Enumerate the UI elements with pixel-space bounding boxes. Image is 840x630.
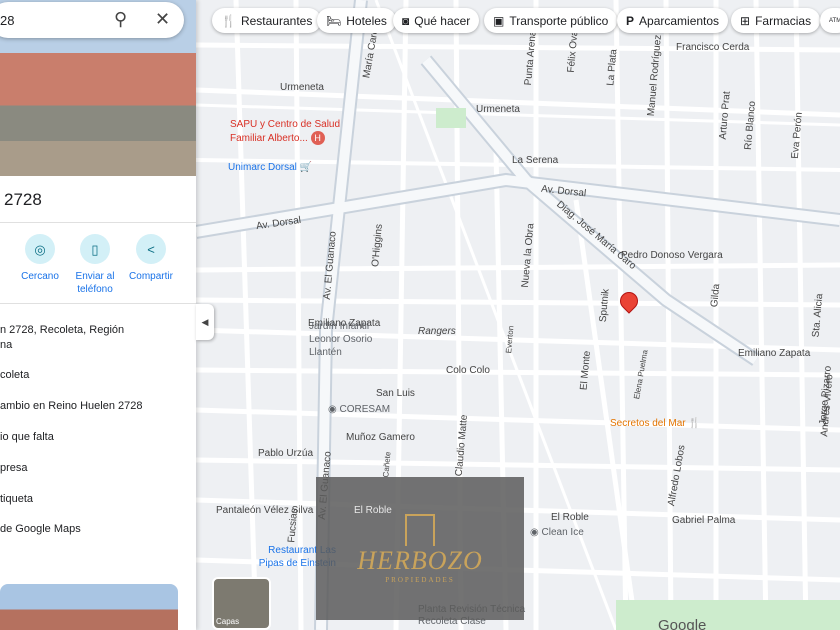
street-label: Francisco Cerda (676, 42, 750, 53)
nearby-button[interactable]: ◎ Cercano (10, 234, 70, 283)
locality-row[interactable]: coleta (0, 368, 29, 383)
street-label: Muñoz Gamero (346, 432, 415, 443)
street-label: Urmeneta (476, 104, 520, 115)
street-label: El Roble (551, 512, 589, 523)
pharmacy-icon: ⊞ (740, 13, 751, 28)
share-icon: < (136, 234, 166, 264)
chip-transit[interactable]: ▣ Transporte público (484, 8, 618, 33)
building-icon (405, 513, 435, 546)
parking-icon: P (626, 13, 635, 28)
shopping-cart-icon: 🛒 (299, 162, 313, 173)
poi-unimarc[interactable]: Unimarc Dorsal 🛒 (228, 162, 312, 173)
place-panel: 2728 ◎ Cercano ▯ Enviar al teléfono < Compa… (0, 0, 196, 630)
street-label: El Roble (354, 505, 392, 516)
street-label: Gilda (709, 283, 723, 308)
street-label: Urmeneta (280, 82, 324, 93)
add-label-row[interactable]: tiqueta (0, 492, 33, 507)
street-label: Emiliano Zapata (738, 348, 811, 359)
poi-sapu[interactable]: SAPU y Centro de Salud Familiar Alberto.… (230, 118, 350, 145)
chip-restaurants[interactable]: 🍴 Restaurantes (212, 8, 322, 33)
atm-icon: ATM (829, 17, 840, 24)
place-title: 2728 (4, 190, 42, 209)
chip-things-to-do[interactable]: ◙ Qué hacer (393, 8, 480, 33)
chip-parking[interactable]: P Aparcamientos (617, 8, 729, 33)
place-icon: ◉ (328, 404, 337, 415)
search-input[interactable]: 28 (0, 13, 14, 28)
chip-hotels[interactable]: 🛏 Hoteles (317, 8, 396, 33)
poi-clean-ice[interactable]: ◉ Clean Ice (530, 527, 584, 538)
street-label: Rangers (418, 326, 456, 337)
chip-pharmacies[interactable]: ⊞ Farmacias (731, 8, 821, 33)
street-label: La Serena (512, 155, 559, 166)
watermark-logo: HERBOZO PROPIEDADES (316, 477, 524, 620)
poi-coresam[interactable]: ◉ CORESAM (328, 404, 390, 415)
restaurant-icon: 🍴 (688, 418, 701, 429)
layers-button[interactable]: Capas (212, 577, 271, 630)
bed-icon: 🛏 (326, 13, 342, 28)
hospital-icon: H (310, 131, 325, 145)
street-label: Pablo Urzúa (258, 448, 314, 459)
history-row[interactable]: de Google Maps (0, 522, 81, 537)
share-button[interactable]: < Compartir (121, 234, 181, 283)
street-label: Pedro Donoso Vergara (621, 250, 723, 261)
bus-icon: ▣ (493, 13, 505, 28)
street-label: San Luis (376, 388, 415, 399)
send-to-phone-button[interactable]: ▯ Enviar al teléfono (65, 234, 125, 296)
street-view-photo[interactable] (0, 584, 178, 630)
add-business-row[interactable]: presa (0, 461, 28, 476)
place-icon: ◉ (530, 527, 539, 538)
restaurant-icon: 🍴 (221, 13, 236, 28)
divider (0, 222, 196, 223)
close-icon[interactable]: ✕ (155, 9, 170, 30)
search-box[interactable]: 28 ⚲ ✕ (0, 2, 184, 38)
collapse-panel-button[interactable]: ◀ (196, 304, 214, 340)
street-label: Colo Colo (446, 365, 490, 376)
send-to-phone-icon: ▯ (80, 234, 110, 264)
poi-secretos[interactable]: Secretos del Mar 🍴 (610, 418, 701, 429)
camera-icon: ◙ (402, 13, 410, 28)
street-label: Gabriel Palma (672, 515, 736, 526)
add-missing-place-row[interactable]: io que falta (0, 430, 54, 445)
search-icon[interactable]: ⚲ (114, 9, 127, 30)
chip-more[interactable]: ATM (820, 8, 840, 33)
nearby-icon: ◎ (25, 234, 55, 264)
poi-jardin[interactable]: Jardín Infantil Leonor Osorio Llantén (309, 320, 399, 359)
suggest-edit-row[interactable]: ambio en Reino Huelen 2728 (0, 399, 143, 414)
address-row[interactable]: n 2728, Recoleta, Región na (0, 323, 124, 353)
google-logo: Google (658, 617, 707, 630)
divider (0, 303, 196, 304)
